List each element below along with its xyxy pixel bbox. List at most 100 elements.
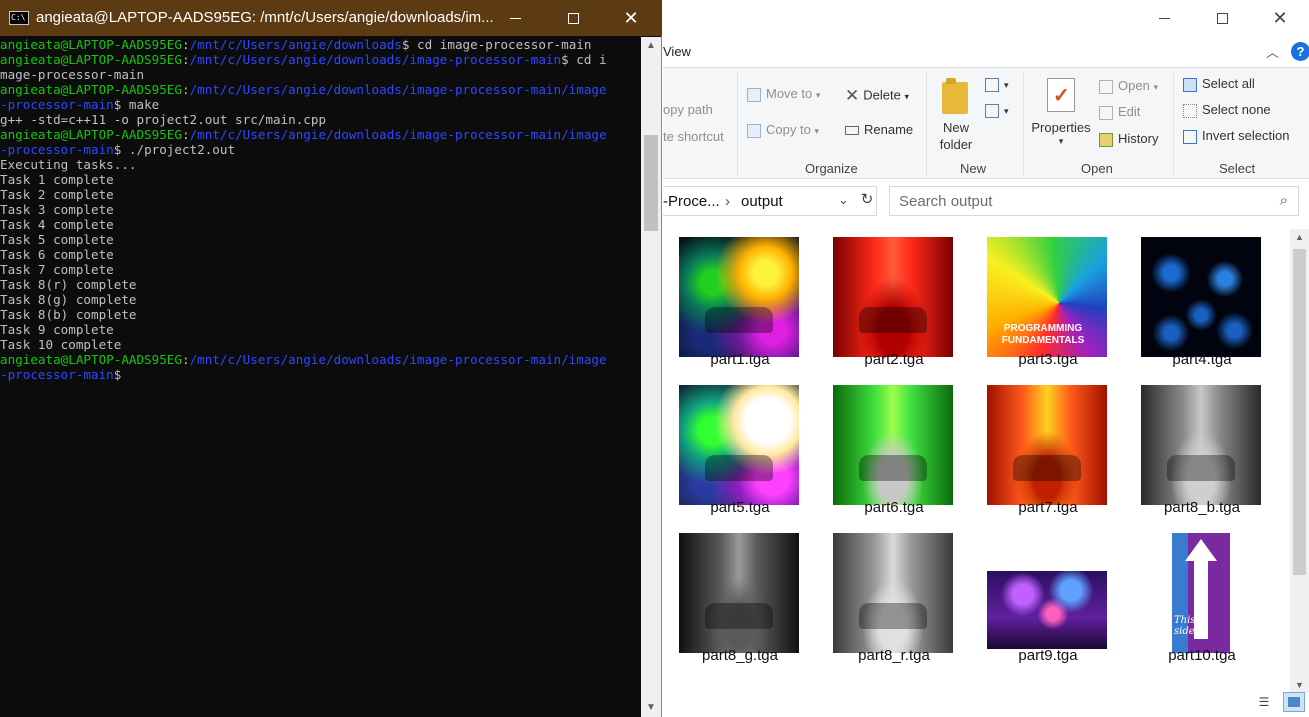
details-view-icon[interactable]: ☰: [1255, 693, 1273, 711]
thumbnail-overlay-text: This side: [1174, 615, 1196, 637]
terminal-text-segment: angieata@LAPTOP-AADS95EG: [0, 37, 182, 52]
chevron-down-icon: ▾: [1004, 106, 1009, 116]
explorer-titlebar[interactable]: ✕: [663, 0, 1309, 36]
close-icon: ✕: [1272, 8, 1288, 28]
terminal-text-segment: Task 10 complete: [0, 337, 122, 352]
terminal-text-segment: -processor-main: [0, 142, 114, 157]
terminal-maximize-button[interactable]: [544, 0, 602, 36]
file-item[interactable]: part1.tga: [663, 229, 817, 373]
terminal-line: angieata@LAPTOP-AADS95EG:/mnt/c/Users/an…: [0, 37, 641, 52]
terminal-text-segment: Task 6 complete: [0, 247, 114, 262]
file-thumbnail: PROGRAMMING FUNDAMENTALS: [987, 237, 1107, 357]
file-item[interactable]: part6.tga: [817, 377, 971, 521]
rename-icon: [845, 126, 859, 136]
explorer-minimize-button[interactable]: [1135, 0, 1193, 36]
scroll-down-arrow-icon[interactable]: ▼: [641, 699, 661, 717]
terminal-text-segment: $: [113, 367, 122, 382]
tab-view[interactable]: View: [663, 44, 691, 59]
file-thumbnail: [1141, 385, 1261, 505]
file-explorer-window[interactable]: ✕ View ︿ ? opy path te shortcut Move to …: [663, 0, 1309, 717]
rename-button[interactable]: Rename: [845, 122, 913, 137]
easy-access-icon: [985, 103, 999, 118]
file-item[interactable]: part4.tga: [1125, 229, 1279, 373]
breadcrumb-current[interactable]: output: [741, 193, 783, 210]
file-item[interactable]: part7.tga: [971, 377, 1125, 521]
search-placeholder: Search output: [899, 193, 993, 210]
terminal-text-segment: angieata@LAPTOP-AADS95EG: [0, 52, 182, 67]
search-box[interactable]: Search output ⌕: [889, 186, 1299, 216]
file-item[interactable]: part8_b.tga: [1125, 377, 1279, 521]
address-bar[interactable]: -Proce... › output ⌄: [663, 186, 877, 216]
file-item[interactable]: part5.tga: [663, 377, 817, 521]
terminal-text-segment: Task 4 complete: [0, 217, 114, 232]
terminal-text-segment: Task 8(b) complete: [0, 307, 137, 322]
chevron-down-icon: ▾: [814, 126, 819, 136]
terminal-line: angieata@LAPTOP-AADS95EG:/mnt/c/Users/an…: [0, 82, 641, 97]
explorer-scrollbar[interactable]: ▲ ▼: [1290, 229, 1309, 693]
terminal-titlebar[interactable]: C:\ angieata@LAPTOP-AADS95EG: /mnt/c/Use…: [0, 0, 662, 36]
terminal-line: Task 7 complete: [0, 262, 641, 277]
edit-button[interactable]: Edit: [1099, 104, 1140, 120]
file-item[interactable]: part8_g.tga: [663, 525, 817, 669]
terminal-line: mage-processor-main: [0, 67, 641, 82]
new-item-icon: [985, 77, 999, 92]
file-item[interactable]: part8_r.tga: [817, 525, 971, 669]
file-name: part3.tga: [1018, 351, 1078, 368]
paste-shortcut-button[interactable]: te shortcut: [663, 129, 724, 144]
explorer-scroll-thumb[interactable]: [1293, 249, 1306, 575]
invert-selection-button[interactable]: Invert selection: [1183, 128, 1289, 144]
terminal-window[interactable]: C:\ angieata@LAPTOP-AADS95EG: /mnt/c/Use…: [0, 0, 662, 717]
large-icons-view-icon[interactable]: [1283, 692, 1305, 712]
terminal-line: Task 8(g) complete: [0, 292, 641, 307]
maximize-icon: [567, 12, 579, 24]
open-button[interactable]: Open ▾: [1099, 78, 1158, 94]
move-to-button[interactable]: Move to ▾: [747, 86, 820, 102]
new-folder-button[interactable]: New folder: [936, 74, 976, 158]
help-icon[interactable]: ?: [1291, 42, 1309, 61]
breadcrumb-separator-icon[interactable]: ›: [725, 193, 730, 210]
history-icon: [1099, 132, 1113, 147]
terminal-text-segment: Task 2 complete: [0, 187, 114, 202]
scroll-down-arrow-icon[interactable]: ▼: [1290, 677, 1309, 693]
terminal-line: Task 9 complete: [0, 322, 641, 337]
terminal-scroll-thumb[interactable]: [644, 135, 658, 231]
file-item[interactable]: This side part10.tga: [1125, 525, 1279, 669]
terminal-close-button[interactable]: ✕: [602, 0, 660, 36]
refresh-icon[interactable]: ↻: [859, 192, 875, 208]
terminal-line: Task 10 complete: [0, 337, 641, 352]
explorer-maximize-button[interactable]: [1193, 0, 1251, 36]
delete-button[interactable]: ✕ Delete ▾: [845, 86, 909, 106]
easy-access-button[interactable]: ▾: [985, 102, 1009, 118]
select-none-button[interactable]: Select none: [1183, 102, 1271, 118]
breadcrumb-parent[interactable]: -Proce...: [663, 193, 720, 210]
file-item[interactable]: part2.tga: [817, 229, 971, 373]
image-subject-shape: [859, 307, 927, 333]
file-item[interactable]: PROGRAMMING FUNDAMENTALS part3.tga: [971, 229, 1125, 373]
scroll-up-arrow-icon[interactable]: ▲: [641, 37, 661, 55]
history-button[interactable]: History: [1099, 131, 1158, 147]
explorer-close-button[interactable]: ✕: [1251, 0, 1309, 36]
terminal-line: Task 2 complete: [0, 187, 641, 202]
scroll-up-arrow-icon[interactable]: ▲: [1290, 229, 1309, 245]
file-item[interactable]: part9.tga: [971, 525, 1125, 669]
copy-path-button[interactable]: opy path: [663, 102, 713, 117]
terminal-output[interactable]: angieata@LAPTOP-AADS95EG:/mnt/c/Users/an…: [0, 37, 641, 717]
copy-to-button[interactable]: Copy to ▾: [747, 122, 819, 138]
terminal-scrollbar[interactable]: ▲ ▼: [641, 37, 661, 717]
file-grid: part1.tga part2.tga PROGRAMMING FUNDAMENTA…: [663, 229, 1291, 693]
properties-button[interactable]: Properties ▾: [1029, 74, 1093, 158]
terminal-line: -processor-main$: [0, 367, 641, 382]
terminal-minimize-button[interactable]: [486, 0, 544, 36]
file-name: part5.tga: [710, 499, 770, 516]
address-dropdown-chevron-icon[interactable]: ⌄: [838, 192, 849, 208]
terminal-text-segment: -processor-main: [0, 367, 114, 382]
terminal-text-segment: -processor-main: [0, 97, 114, 112]
terminal-text-segment: g++ -std=c++11 -o project2.out src/main.…: [0, 112, 327, 127]
new-folder-label-1: New: [942, 120, 969, 135]
chevron-down-icon: ▾: [904, 91, 909, 102]
chevron-down-icon: ▾: [815, 90, 821, 100]
chevron-up-icon[interactable]: ︿: [1266, 42, 1279, 61]
move-to-label: Move to: [766, 86, 813, 101]
new-item-button[interactable]: ▾: [985, 76, 1009, 92]
select-all-button[interactable]: Select all: [1183, 76, 1255, 92]
